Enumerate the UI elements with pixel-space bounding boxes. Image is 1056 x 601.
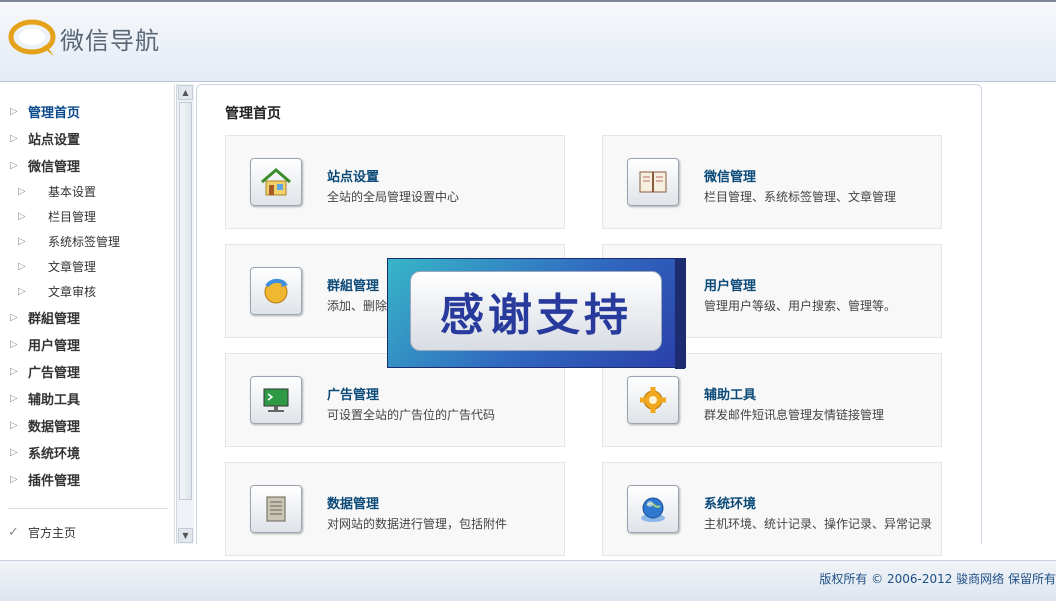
card-title: 站点设置: [327, 170, 380, 185]
monitor-icon: [250, 376, 302, 424]
scroll-up-arrow-icon[interactable]: ▲: [178, 85, 193, 100]
sidebar-item-groups[interactable]: ▷ 群組管理: [0, 304, 174, 331]
card-system-environment[interactable]: 系统环境 主机环境、统计记录、操作记录、异常记录: [602, 462, 942, 556]
card-description: 管理用户等级、用户搜索、管理等。: [704, 299, 897, 313]
scroll-down-arrow-icon[interactable]: ▼: [178, 528, 193, 543]
thank-you-banner: 感谢支持: [387, 258, 686, 369]
chevron-right-icon: ▷: [18, 186, 26, 197]
scrollbar-thumb[interactable]: [179, 102, 192, 500]
official-home-link[interactable]: ✓ 官方主页: [8, 524, 76, 541]
sidebar-item-wechat[interactable]: ▷ 微信管理: [0, 152, 174, 179]
sidebar-item-label: 数据管理: [28, 420, 81, 435]
page-title: 管理首页: [225, 106, 281, 122]
card-description: 对网站的数据进行管理，包括附件: [327, 517, 508, 531]
chevron-right-icon: ▷: [10, 106, 18, 117]
sidebar-item-label: 辅助工具: [28, 393, 81, 408]
sidebar-item-label: 管理首页: [28, 106, 81, 121]
card-title: 群組管理: [327, 279, 380, 294]
chevron-right-icon: ▷: [10, 393, 18, 404]
sidebar-item-ads[interactable]: ▷ 广告管理: [0, 358, 174, 385]
sidebar-item-label: 群組管理: [28, 312, 81, 327]
chevron-right-icon: ▷: [18, 236, 26, 247]
banner-panel: 感谢支持: [410, 271, 662, 351]
card-description: 全站的全局管理设置中心: [327, 190, 460, 204]
chevron-right-icon: ▷: [18, 286, 26, 297]
sidebar-subitem-system-tags[interactable]: ▷ 系统标签管理: [0, 229, 174, 254]
chevron-right-icon: ▷: [10, 447, 18, 458]
sidebar-item-users[interactable]: ▷ 用户管理: [0, 331, 174, 358]
card-description: 群发邮件短讯息管理友情链接管理: [704, 408, 885, 422]
chevron-right-icon: ▷: [10, 366, 18, 377]
sidebar-item-label: 用户管理: [28, 339, 81, 354]
card-site-settings[interactable]: 站点设置 全站的全局管理设置中心: [225, 135, 565, 229]
notebook-icon: [627, 158, 679, 206]
chevron-right-icon: ▷: [10, 160, 18, 171]
sidebar-divider: [8, 508, 168, 509]
sidebar-subitem-basic-settings[interactable]: ▷ 基本设置: [0, 179, 174, 204]
card-title: 用户管理: [704, 279, 757, 294]
card-description: 栏目管理、系统标签管理、文章管理: [704, 190, 897, 204]
logo-q-icon: [8, 18, 58, 58]
chevron-right-icon: ▷: [18, 211, 26, 222]
sidebar-item-home[interactable]: ▷ 管理首页: [0, 98, 174, 125]
header: 微信导航: [0, 0, 1056, 82]
sidebar-subitem-article-review[interactable]: ▷ 文章审核: [0, 279, 174, 304]
sidebar-subitem-label: 栏目管理: [48, 210, 97, 224]
gear-icon: [627, 376, 679, 424]
card-title: 辅助工具: [704, 388, 757, 403]
sidebar-scrollbar[interactable]: ▲ ▼: [176, 84, 194, 544]
sidebar-subitem-label: 文章管理: [48, 260, 97, 274]
card-wechat-management[interactable]: 微信管理 栏目管理、系统标签管理、文章管理: [602, 135, 942, 229]
sidebar-item-label: 微信管理: [28, 160, 81, 175]
banner-edge: [675, 259, 685, 369]
card-description: 主机环境、统计记录、操作记录、异常记录: [704, 517, 933, 531]
chevron-right-icon: ▷: [10, 474, 18, 485]
card-title: 数据管理: [327, 497, 380, 512]
card-data-management[interactable]: 数据管理 对网站的数据进行管理，包括附件: [225, 462, 565, 556]
sidebar-item-label: 系统环境: [28, 447, 81, 462]
sidebar-subitem-label: 系统标签管理: [48, 235, 121, 249]
database-book-icon: [250, 485, 302, 533]
group-refresh-icon: [250, 267, 302, 315]
sidebar-nav: ▷ 管理首页 ▷ 站点设置 ▷ 微信管理 ▷ 基本设置 ▷ 栏目管理 ▷ 系统标…: [0, 84, 174, 493]
official-home-label: 官方主页: [28, 526, 77, 540]
checkmark-icon: ✓: [8, 525, 19, 540]
sidebar-item-plugins[interactable]: ▷ 插件管理: [0, 466, 174, 493]
chevron-right-icon: ▷: [10, 133, 18, 144]
logo-text: 微信导航: [60, 26, 160, 55]
sidebar-item-site-settings[interactable]: ▷ 站点设置: [0, 125, 174, 152]
banner-text: 感谢支持: [440, 290, 632, 341]
chevron-right-icon: ▷: [18, 261, 26, 272]
sidebar-subitem-label: 文章审核: [48, 285, 97, 299]
chevron-right-icon: ▷: [10, 339, 18, 350]
sidebar-item-label: 插件管理: [28, 474, 81, 489]
sidebar-subitem-label: 基本设置: [48, 185, 97, 199]
sidebar-item-label: 站点设置: [28, 133, 81, 148]
card-title: 微信管理: [704, 170, 757, 185]
globe-icon: [627, 485, 679, 533]
sidebar-subitem-articles[interactable]: ▷ 文章管理: [0, 254, 174, 279]
footer: 版权所有 © 2006-2012 骏商网络 保留所有: [0, 560, 1056, 601]
house-icon: [250, 158, 302, 206]
card-description: 添加、删除: [327, 299, 388, 313]
chevron-right-icon: ▷: [10, 420, 18, 431]
sidebar-item-label: 广告管理: [28, 366, 81, 381]
sidebar-item-system-env[interactable]: ▷ 系统环境: [0, 439, 174, 466]
logo[interactable]: 微信导航: [8, 18, 160, 58]
sidebar-item-data[interactable]: ▷ 数据管理: [0, 412, 174, 439]
sidebar: ▷ 管理首页 ▷ 站点设置 ▷ 微信管理 ▷ 基本设置 ▷ 栏目管理 ▷ 系统标…: [0, 84, 175, 544]
copyright-text: 版权所有 © 2006-2012 骏商网络 保留所有: [819, 572, 1056, 586]
sidebar-item-tools[interactable]: ▷ 辅助工具: [0, 385, 174, 412]
chevron-right-icon: ▷: [10, 312, 18, 323]
card-title: 系统环境: [704, 497, 757, 512]
card-description: 可设置全站的广告位的广告代码: [327, 408, 496, 422]
card-title: 广告管理: [327, 388, 380, 403]
sidebar-subitem-columns[interactable]: ▷ 栏目管理: [0, 204, 174, 229]
